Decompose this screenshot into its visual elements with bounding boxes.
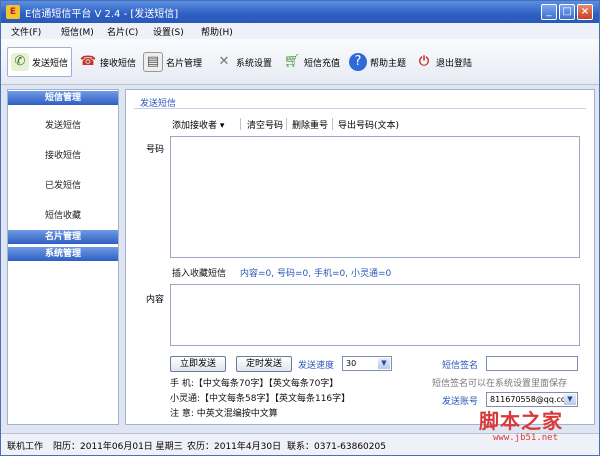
toolbar-cards-label: 名片管理 [166, 58, 203, 69]
status-solar-date: 阳历：2011年06月01日 星期三 [53, 442, 183, 452]
close-button[interactable]: × [577, 4, 593, 20]
send-sms-panel: 发送短信 添加接收者 ▾ 清空号码 删除重号 导出号码(文本) 号码 插入收藏短… [125, 89, 595, 425]
add-recipient-label: 添加接收者 [172, 121, 218, 131]
app-logo-icon: E [6, 5, 20, 19]
signature-input[interactable] [486, 356, 578, 371]
content-textarea[interactable] [170, 284, 580, 346]
signature-hint: 短信签名可以在系统设置里面保存 [432, 379, 568, 389]
note-text: 注 意: 中英文混编按中文算 [170, 409, 278, 419]
maximize-button[interactable]: □ [559, 4, 575, 20]
toolbar-cards-button[interactable]: ▤ 名片管理 [143, 47, 202, 77]
menu-bar: 文件(F) 短信(M) 名片(C) 设置(S) 帮助(H) [1, 23, 599, 39]
delete-duplicates-button[interactable]: 删除重号 [292, 118, 328, 131]
mobile-rule-text: 手 机:【中文每条70字】【英文每条70字】 [170, 379, 339, 389]
left-nav-panel: 短信管理 发送短信 接收短信 已发短信 短信收藏 名片管理 系统管理 [7, 89, 119, 425]
chevron-down-icon: ▼ [378, 358, 390, 369]
export-numbers-button[interactable]: 导出号码(文本) [338, 118, 399, 131]
divider [332, 118, 333, 130]
minimize-button[interactable]: _ [541, 4, 557, 20]
status-lunar-date: 农历：2011年4月30日 [187, 442, 282, 452]
toolbar-receive-label: 接收短信 [100, 58, 137, 69]
account-value: 811670558@qq.com [490, 395, 574, 404]
nav-header-cards[interactable]: 名片管理 [8, 230, 118, 244]
menu-settings[interactable]: 设置(S) [153, 25, 184, 38]
toolbar-help-button[interactable]: ? 帮助主题 [349, 47, 406, 77]
help-icon: ? [349, 53, 367, 71]
status-mode: 联机工作 [7, 442, 44, 452]
menu-help[interactable]: 帮助(H) [201, 25, 233, 38]
signature-label: 短信签名 [442, 361, 479, 371]
divider [240, 118, 241, 130]
chevron-down-icon: ▾ [219, 121, 225, 131]
toolbar-logout-label: 退出登陆 [436, 58, 473, 69]
menu-sms[interactable]: 短信(M) [61, 25, 94, 38]
phs-rule-text: 小灵通:【中文每条58字】【英文每条116字】 [170, 394, 351, 404]
watermark-logo: 脚本之家 [479, 409, 563, 433]
clear-numbers-button[interactable]: 清空号码 [247, 118, 283, 131]
content-label: 内容 [146, 295, 165, 305]
send-now-button[interactable]: 立即发送 [170, 356, 226, 372]
number-label: 号码 [146, 145, 165, 155]
send-speed-label: 发送速度 [298, 361, 335, 371]
window-title: E信通短信平台 V 2.4 - [发送短信] [25, 9, 179, 20]
account-label: 发送账号 [442, 397, 479, 407]
toolbar-receive-sms-button[interactable]: ☎ 接收短信 [79, 47, 136, 77]
send-speed-value: 30 [346, 359, 357, 368]
schedule-send-button[interactable]: 定时发送 [236, 356, 292, 372]
insert-favorite-button[interactable]: 插入收藏短信 [172, 266, 226, 279]
toolbar: ✆ 发送短信 ☎ 接收短信 ▤ 名片管理 ✕ 系统设置 🛒︎ 短信充值 ? 帮助… [1, 39, 599, 85]
shopping-cart-icon: 🛒︎ [283, 54, 301, 69]
status-contact: 联系：0371-63860205 [287, 442, 386, 452]
menu-file[interactable]: 文件(F) [11, 25, 41, 38]
nav-item-favorite-sms[interactable]: 短信收藏 [8, 208, 118, 221]
menu-cards[interactable]: 名片(C) [107, 25, 138, 38]
nav-header-sms[interactable]: 短信管理 [8, 91, 118, 105]
watermark-url: www.jb51.net [493, 433, 559, 443]
handset-icon: ☎ [79, 54, 97, 69]
panel-divider [134, 108, 586, 109]
nav-item-receive-sms[interactable]: 接收短信 [8, 148, 118, 161]
nav-item-send-sms[interactable]: 发送短信 [8, 118, 118, 131]
power-icon: ⏻ [418, 54, 430, 69]
toolbar-settings-button[interactable]: ✕ 系统设置 [215, 47, 272, 77]
toolbar-send-label: 发送短信 [32, 58, 69, 69]
toolbar-recharge-button[interactable]: 🛒︎ 短信充值 [283, 47, 340, 77]
number-textarea[interactable] [170, 136, 580, 258]
nav-header-system[interactable]: 系统管理 [8, 247, 118, 261]
send-speed-select[interactable]: 30 ▼ [342, 356, 392, 371]
business-card-icon: ▤ [143, 52, 163, 72]
app-window: E E信通短信平台 V 2.4 - [发送短信] _ □ × 文件(F) 短信(… [0, 0, 600, 456]
nav-item-sent-sms[interactable]: 已发短信 [8, 178, 118, 191]
toolbar-send-sms-button[interactable]: ✆ 发送短信 [7, 47, 73, 77]
phone-send-icon: ✆ [11, 53, 29, 71]
toolbar-recharge-label: 短信充值 [304, 58, 341, 69]
toolbar-settings-label: 系统设置 [236, 58, 273, 69]
toolbar-logout-button[interactable]: ⏻ 退出登陆 [415, 47, 472, 77]
content-counts: 内容=0, 号码=0, 手机=0, 小灵通=0 [240, 269, 392, 279]
title-bar[interactable]: E E信通短信平台 V 2.4 - [发送短信] _ □ × [1, 1, 599, 23]
toolbar-help-label: 帮助主题 [370, 58, 407, 69]
add-recipient-dropdown[interactable]: 添加接收者 ▾ [172, 118, 224, 131]
tools-icon: ✕ [218, 54, 230, 69]
chevron-down-icon: ▼ [564, 394, 576, 405]
divider [286, 118, 287, 130]
